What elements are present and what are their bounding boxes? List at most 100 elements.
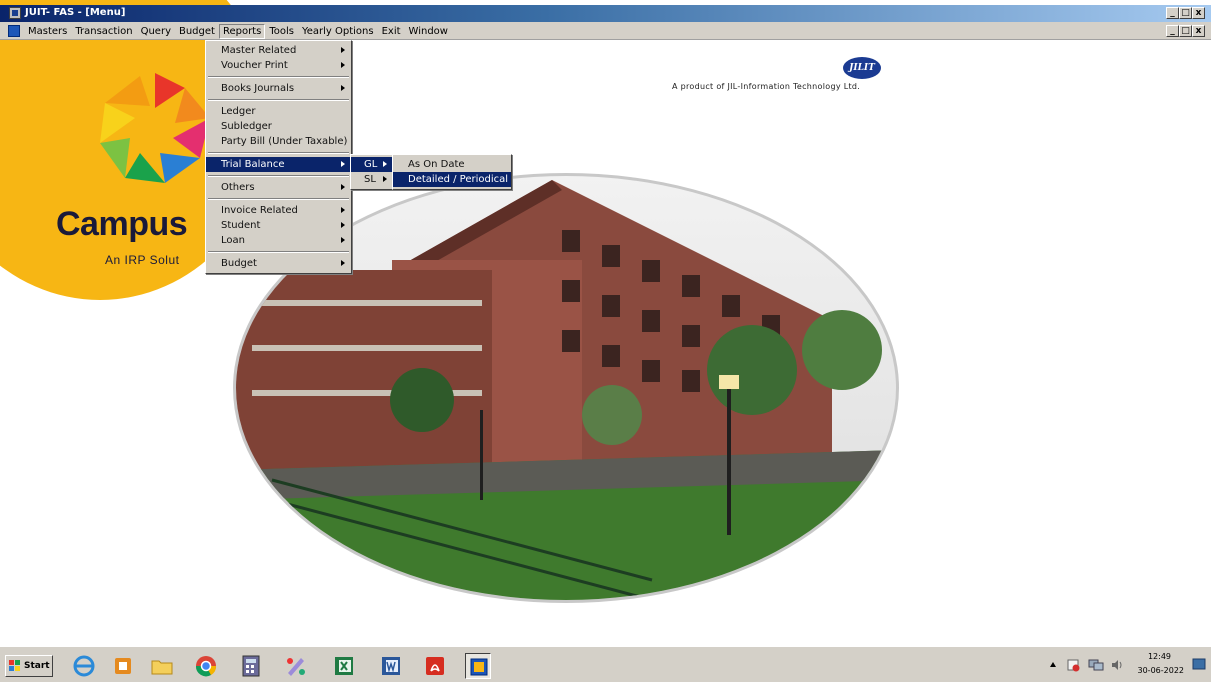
campus-logo-pinwheel-icon [100, 73, 210, 183]
word-icon [382, 657, 400, 675]
trial-balance-item-gl[interactable]: GL [351, 157, 393, 172]
taskbar-chrome-button[interactable] [193, 653, 219, 679]
taskbar-excel-button[interactable] [331, 653, 357, 679]
reports-item-others[interactable]: Others [206, 180, 351, 195]
menu-item-label: Budget [221, 258, 257, 269]
windows-flag-icon [9, 660, 20, 671]
ie-icon [73, 655, 95, 677]
menu-item-label: Trial Balance [221, 159, 285, 170]
menu-budget[interactable]: Budget [175, 24, 219, 39]
tray-network-icon[interactable] [1088, 658, 1104, 672]
menu-yearly-options[interactable]: Yearly Options [298, 24, 378, 39]
app-window-icon[interactable] [9, 7, 21, 19]
show-desktop-icon[interactable] [1192, 658, 1206, 670]
menu-tools[interactable]: Tools [265, 24, 298, 39]
minimize-button[interactable]: _ [1166, 7, 1179, 19]
submenu-arrow-icon [341, 47, 345, 53]
submenu-arrow-icon [383, 161, 387, 167]
menu-reports[interactable]: Reports [218, 24, 266, 39]
menu-item-label: Loan [221, 235, 245, 246]
menu-item-label: Invoice Related [221, 205, 298, 216]
chrome-icon [195, 656, 217, 677]
trial-balance-item-sl[interactable]: SL [351, 172, 393, 187]
campus-logo-subtitle: An IRP Solut [105, 253, 180, 267]
close-button[interactable]: x [1192, 7, 1205, 19]
submenu-arrow-icon [341, 207, 345, 213]
submenu-arrow-icon [341, 260, 345, 266]
menu-window[interactable]: Window [405, 24, 452, 39]
outlook-icon [115, 658, 131, 674]
campus-logo-text: Campus [56, 205, 188, 243]
folder-icon [151, 660, 173, 675]
submenu-arrow-icon [383, 176, 387, 182]
desktop-screen: Campus An IRP Solut JILIT A product of J… [0, 0, 1211, 682]
menu-item-label: Books Journals [221, 83, 295, 94]
mdi-child-icon[interactable] [8, 25, 20, 37]
reports-item-trial-balance[interactable]: Trial Balance [206, 157, 351, 172]
gl-item-detailed-periodical[interactable]: Detailed / Periodical [393, 172, 511, 187]
child-restore-button[interactable]: □ [1179, 25, 1192, 37]
fas-app-icon [470, 658, 488, 676]
reports-item-budget[interactable]: Budget [206, 256, 351, 271]
reports-item-student[interactable]: Student [206, 218, 351, 233]
menu-item-label: Student [221, 220, 261, 231]
menu-separator [206, 248, 351, 256]
gl-submenu: As On Date Detailed / Periodical [392, 154, 512, 190]
menu-separator [206, 73, 351, 81]
excel-icon [335, 657, 353, 675]
taskbar-word-button[interactable] [378, 653, 404, 679]
tray-volume-icon[interactable] [1110, 658, 1124, 672]
maximize-button[interactable]: □ [1179, 7, 1192, 19]
reports-item-books-journals[interactable]: Books Journals [206, 81, 351, 96]
reports-item-master-related[interactable]: Master Related [206, 43, 351, 58]
menu-bar: Masters Transaction Query Budget Reports… [0, 22, 1211, 40]
taskbar-acrobat-button[interactable] [422, 653, 448, 679]
submenu-arrow-icon [341, 184, 345, 190]
start-button[interactable]: Start [5, 655, 53, 677]
menu-item-label: SL [364, 174, 376, 185]
menu-item-label: Master Related [221, 45, 297, 56]
clock-time[interactable]: 12:49 [1148, 652, 1171, 661]
taskbar-paint-button[interactable] [283, 653, 309, 679]
acrobat-icon [426, 657, 444, 675]
reports-item-party-bill-under-taxable[interactable]: Party Bill (Under Taxable) [206, 134, 351, 149]
taskbar-ie-button[interactable] [71, 653, 97, 679]
tray-flag-icon[interactable] [1066, 658, 1080, 672]
reports-item-voucher-print[interactable]: Voucher Print [206, 58, 351, 73]
submenu-arrow-icon [341, 222, 345, 228]
menu-item-label: Party Bill (Under Taxable) [221, 136, 348, 147]
menu-exit[interactable]: Exit [378, 24, 405, 39]
menu-item-label: Subledger [221, 121, 272, 132]
menu-query[interactable]: Query [137, 24, 175, 39]
menu-separator [206, 149, 351, 157]
submenu-arrow-icon [341, 161, 345, 167]
taskbar-outlook-button[interactable] [110, 653, 136, 679]
reports-item-ledger[interactable]: Ledger [206, 104, 351, 119]
child-minimize-button[interactable]: _ [1166, 25, 1179, 37]
child-close-button[interactable]: x [1192, 25, 1205, 37]
gl-item-as-on-date[interactable]: As On Date [393, 157, 511, 172]
jiit-logo: JILIT [843, 57, 881, 79]
taskbar-calculator-button[interactable] [238, 653, 264, 679]
reports-item-loan[interactable]: Loan [206, 233, 351, 248]
menu-item-label: GL [364, 159, 378, 170]
clock-date[interactable]: 30-06-2022 [1138, 666, 1185, 675]
menu-separator [206, 195, 351, 203]
taskbar-folder-button[interactable] [149, 653, 175, 679]
submenu-arrow-icon [341, 62, 345, 68]
taskbar-fas-app-button[interactable] [465, 653, 491, 679]
menu-item-label: Ledger [221, 106, 256, 117]
submenu-arrow-icon [341, 85, 345, 91]
reports-item-subledger[interactable]: Subledger [206, 119, 351, 134]
menu-masters[interactable]: Masters [24, 24, 71, 39]
product-credit-text: A product of JIL-Information Technology … [672, 82, 861, 91]
menu-separator [206, 172, 351, 180]
menu-item-label: Detailed / Periodical [408, 174, 509, 185]
title-bar: JUIT- FAS - [Menu] _ □ x [0, 5, 1211, 22]
tray-up-arrow-icon[interactable] [1049, 661, 1057, 669]
calculator-icon [242, 655, 260, 677]
menu-transaction[interactable]: Transaction [71, 24, 136, 39]
reports-item-invoice-related[interactable]: Invoice Related [206, 203, 351, 218]
paint-icon [287, 658, 305, 676]
start-label: Start [24, 661, 50, 671]
